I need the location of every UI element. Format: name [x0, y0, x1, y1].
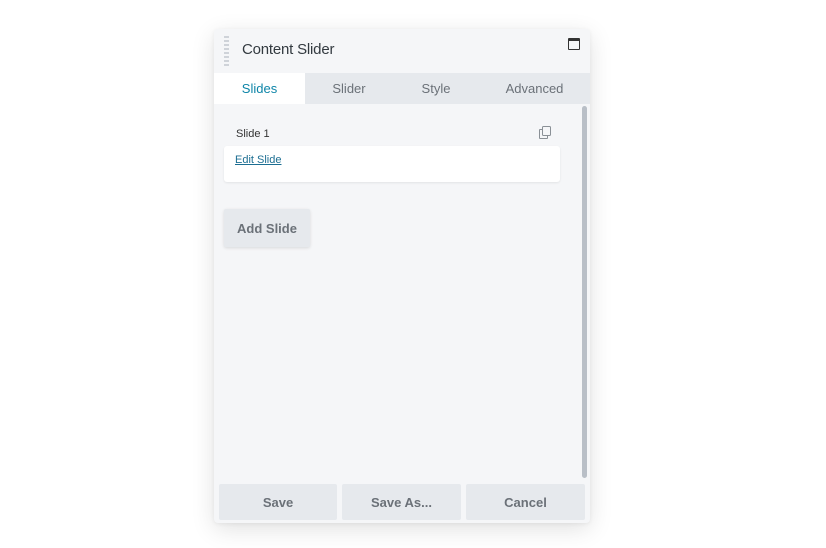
content-slider-dialog: Content Slider Slides Slider Style Advan… — [214, 29, 590, 523]
tab-bar: Slides Slider Style Advanced — [214, 73, 590, 104]
dialog-title: Content Slider — [242, 41, 335, 58]
scrollbar[interactable] — [582, 106, 587, 478]
slide-item: Edit Slide — [224, 146, 560, 182]
copy-icon[interactable] — [539, 126, 551, 139]
tab-slides[interactable]: Slides — [214, 73, 305, 104]
add-slide-button[interactable]: Add Slide — [224, 209, 310, 247]
tab-style[interactable]: Style — [393, 73, 479, 104]
window-maximize-icon[interactable] — [568, 38, 580, 50]
dialog-titlebar[interactable]: Content Slider — [214, 29, 590, 73]
tab-slider[interactable]: Slider — [305, 73, 393, 104]
drag-handle-icon[interactable] — [224, 36, 229, 66]
slides-content: Slide 1 Edit Slide Add Slide — [214, 104, 590, 482]
dialog-footer: Save Save As... Cancel — [214, 482, 590, 523]
cancel-button[interactable]: Cancel — [466, 484, 585, 520]
slide-label: Slide 1 — [236, 128, 270, 140]
edit-slide-link[interactable]: Edit Slide — [235, 154, 281, 166]
tab-advanced[interactable]: Advanced — [479, 73, 590, 104]
save-button[interactable]: Save — [219, 484, 337, 520]
save-as-button[interactable]: Save As... — [342, 484, 461, 520]
